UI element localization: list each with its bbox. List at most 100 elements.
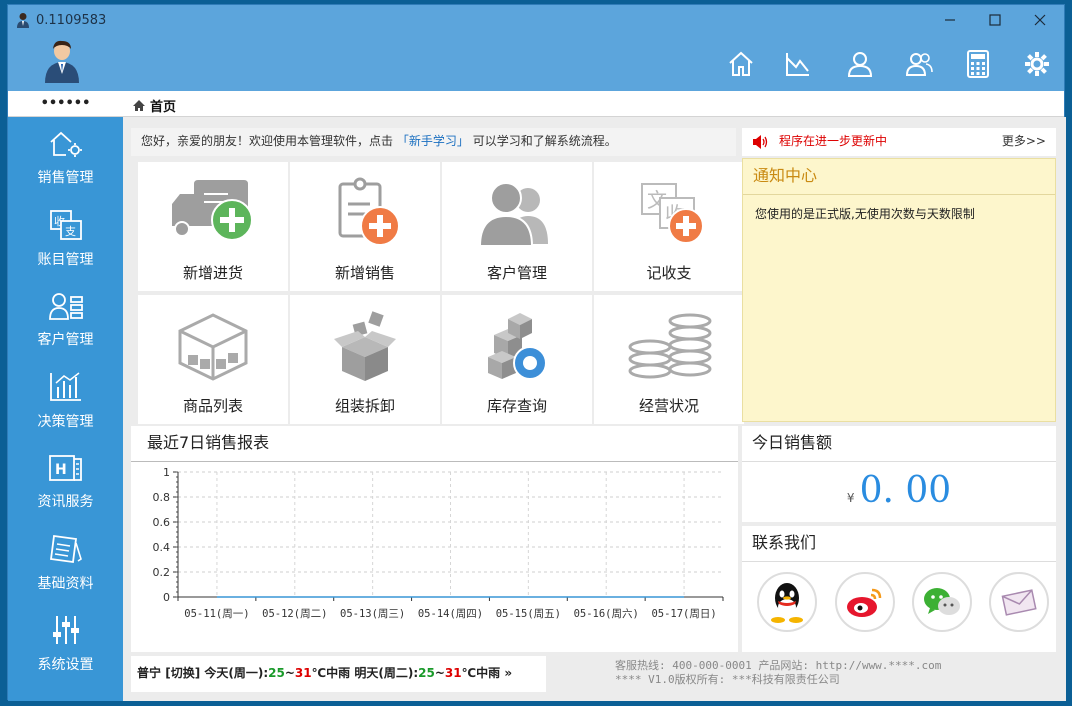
weather-today-desc: ℃中雨 <box>311 666 351 680</box>
sliders-icon <box>52 615 79 644</box>
y-tick-label: 0.2 <box>153 566 171 579</box>
sales-amount: 0. 00 <box>859 470 952 511</box>
receipt-icon: 收支 <box>49 209 82 240</box>
tile-label: 组装拆卸 <box>334 397 395 415</box>
sales-line-chart: 0 0.2 0.4 0.6 0.8 1 05-11(周一) 05-12(周二) 05-13(周三… <box>153 466 724 620</box>
bar-chart-icon <box>49 371 81 401</box>
y-tick-label: 0.4 <box>153 541 171 554</box>
x-tick-label: 05-12(周二) <box>262 608 327 620</box>
tile-assembly[interactable]: 组装拆卸 <box>290 295 440 424</box>
qq-icon <box>771 583 803 623</box>
close-icon <box>1034 14 1046 26</box>
minimize-button[interactable] <box>928 5 972 35</box>
tile-new-purchase[interactable]: 新增进货 <box>138 162 288 291</box>
sidebar-item-label: 资讯服务 <box>37 493 94 510</box>
home-icon <box>729 51 753 76</box>
tile-customers[interactable]: 客户管理 <box>442 162 592 291</box>
y-tick-label: 1 <box>163 466 170 479</box>
mail-button[interactable] <box>989 572 1049 632</box>
qq-button[interactable] <box>757 572 817 632</box>
tile-income-expense[interactable]: 文 收 记收支 <box>594 162 744 291</box>
trend-chart-icon <box>786 53 809 76</box>
footer-copyright: **** V1.0版权所有: ***科技有限责任公司 <box>615 673 840 686</box>
sidebar-item-label: 账目管理 <box>37 251 94 268</box>
tile-new-sale[interactable]: 新增销售 <box>290 162 440 291</box>
sidebar-item-label: 决策管理 <box>37 413 94 430</box>
clipboard-add-icon <box>338 177 400 246</box>
weather-more-arrow[interactable]: » <box>504 666 512 680</box>
chart-button[interactable] <box>781 47 815 81</box>
update-text: 程序在进一步更新中 <box>779 134 888 148</box>
svg-text:支: 支 <box>65 225 76 238</box>
tile-product-list[interactable]: 商品列表 <box>138 295 288 424</box>
sidebar-item-label: 基础资料 <box>37 575 94 592</box>
y-tick-label: 0.8 <box>153 491 171 504</box>
tile-label: 客户管理 <box>486 264 547 282</box>
beginner-guide-link[interactable]: 「新手学习」 <box>397 134 469 148</box>
tile-label: 库存查询 <box>486 397 547 415</box>
x-tick-label: 05-16(周六) <box>574 608 639 620</box>
sidebar-item-sales[interactable]: 销售管理 <box>8 117 123 198</box>
user-icon <box>847 52 873 77</box>
home-small-icon <box>133 100 145 111</box>
notice-message: 您使用的是正式版,无使用次数与天数限制 <box>755 207 975 221</box>
sidebar-item-settings[interactable]: 系统设置 <box>8 603 123 684</box>
user-button[interactable] <box>843 47 877 81</box>
today-sales-panel: 今日销售额 ¥ 0. 00 <box>742 426 1056 522</box>
svg-text:H: H <box>55 462 67 478</box>
tile-business-status[interactable]: 经营状况 <box>594 295 744 424</box>
title-bar: 0.1109583 <box>8 5 1064 37</box>
app-header <box>8 37 1064 91</box>
wechat-button[interactable] <box>912 572 972 632</box>
footer-hotline: 客服热线: 400-000-0001 产品网站: http://www.****… <box>615 659 942 672</box>
weibo-icon <box>847 588 882 617</box>
weibo-button[interactable] <box>835 572 895 632</box>
window-title: 0.1109583 <box>36 13 107 28</box>
settings-button[interactable] <box>1020 47 1054 81</box>
close-button[interactable] <box>1018 5 1062 35</box>
sales-report-panel: 最近7日销售报表 0 0.2 0.4 0.6 0.8 1 05-11(周一) 05-12(周二… <box>131 426 738 652</box>
home-button[interactable] <box>724 47 758 81</box>
avatar-icon <box>45 40 79 83</box>
x-tick-label: 05-14(周四) <box>418 608 483 620</box>
tile-label: 新增进货 <box>182 264 243 282</box>
sidebar-item-customers[interactable]: 客户管理 <box>8 279 123 360</box>
tile-inventory[interactable]: 库存查询 <box>442 295 592 424</box>
sidebar-item-accounts[interactable]: 收支 账目管理 <box>8 198 123 279</box>
more-link[interactable]: 更多>> <box>1002 128 1046 154</box>
weather-tomorrow-low: 25 <box>418 666 435 680</box>
x-tick-label: 05-17(周日) <box>651 608 716 620</box>
calculator-button[interactable] <box>961 47 995 81</box>
maximize-button[interactable] <box>973 5 1017 35</box>
product-box-icon <box>178 313 248 381</box>
calculator-icon <box>967 50 989 78</box>
y-tick-label: 0 <box>163 591 170 604</box>
weather-tomorrow-desc: ℃中雨 <box>461 666 501 680</box>
tile-label: 商品列表 <box>182 397 243 415</box>
speaker-icon <box>753 135 768 149</box>
minimize-icon <box>945 19 955 21</box>
assembly-box-icon <box>334 311 396 381</box>
sidebar-item-decision[interactable]: 决策管理 <box>8 360 123 441</box>
customer-list-icon <box>48 292 83 320</box>
sidebar-item-news[interactable]: H 资讯服务 <box>8 441 123 522</box>
sidebar-item-basic-data[interactable]: 基础资料 <box>8 522 123 603</box>
report-title: 最近7日销售报表 <box>131 426 738 462</box>
breadcrumb-home: 首页 <box>150 100 177 115</box>
tile-label: 记收支 <box>646 264 692 282</box>
contact-title: 联系我们 <box>742 526 1056 562</box>
welcome-text: 您好，亲爱的朋友！欢迎使用本管理软件，点击 <box>141 134 394 148</box>
notice-center: 通知中心 您使用的是正式版,无使用次数与天数限制 <box>742 158 1056 422</box>
today-sales-title: 今日销售额 <box>742 426 1056 462</box>
wechat-icon <box>924 588 960 615</box>
weather-switch-link[interactable]: [切换] <box>165 666 200 680</box>
users-button[interactable] <box>902 47 936 81</box>
users-icon <box>905 53 933 76</box>
breadcrumb[interactable]: 首页 <box>132 96 176 115</box>
update-bar: 程序在进一步更新中 更多>> <box>742 128 1056 156</box>
truck-add-icon <box>172 180 253 241</box>
gear-icon <box>1025 52 1049 76</box>
weather-today-low: 25 <box>268 666 285 680</box>
news-icon: H <box>48 454 82 481</box>
currency-symbol: ¥ <box>846 491 855 505</box>
